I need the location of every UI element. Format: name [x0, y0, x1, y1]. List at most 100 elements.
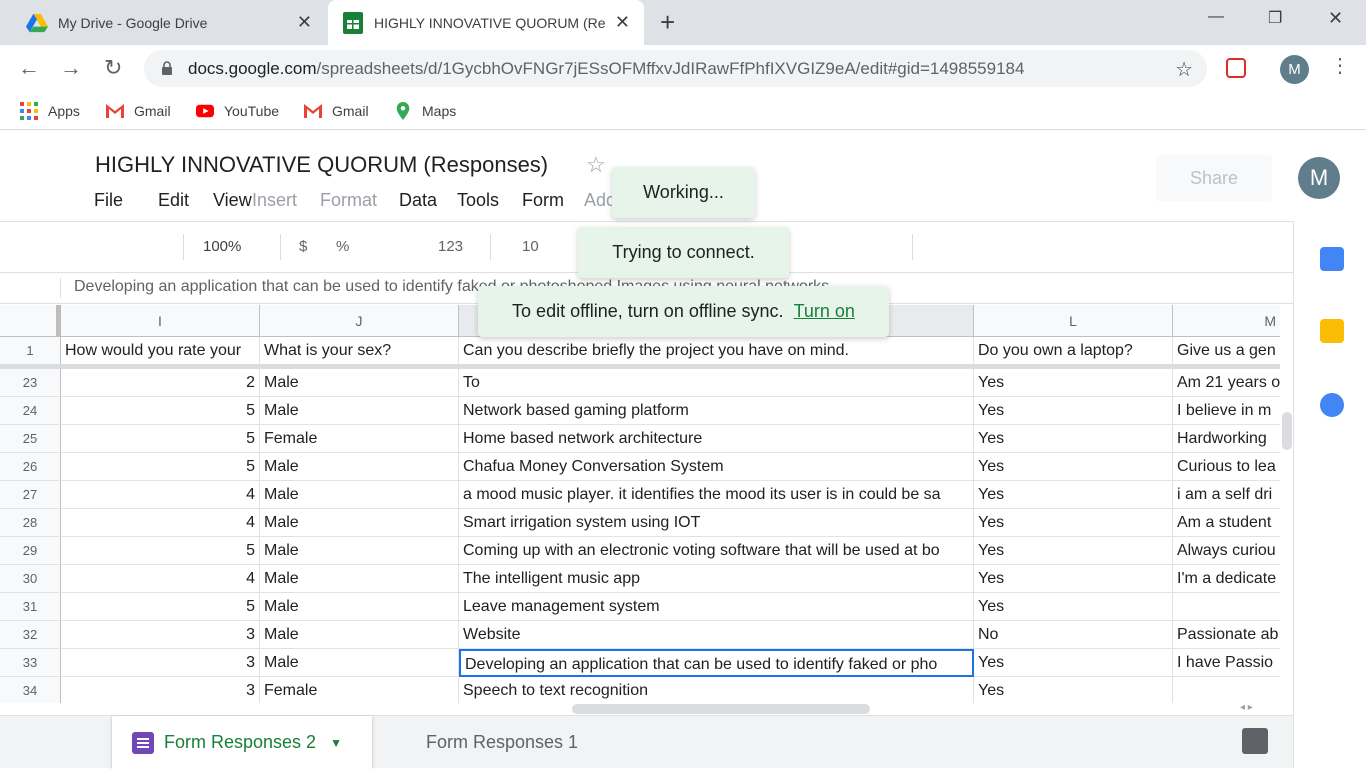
cell-sex[interactable]: Male: [260, 397, 459, 425]
menu-form[interactable]: Form: [522, 190, 564, 211]
cell-sex[interactable]: Male: [260, 593, 459, 621]
column-header-i[interactable]: I: [61, 305, 260, 337]
new-tab-icon[interactable]: +: [660, 8, 675, 36]
row-header[interactable]: 29: [0, 537, 61, 565]
cell-about[interactable]: [1173, 677, 1280, 703]
percent-format-button[interactable]: %: [336, 238, 349, 255]
cell-sex[interactable]: Male: [260, 649, 459, 677]
menu-view[interactable]: View: [213, 190, 252, 211]
cell-laptop[interactable]: Yes: [974, 537, 1173, 565]
calendar-icon[interactable]: [1320, 247, 1344, 271]
select-all-corner[interactable]: [0, 305, 61, 337]
menu-data[interactable]: Data: [399, 190, 437, 211]
back-arrow-icon[interactable]: ←: [18, 55, 40, 81]
close-tab-icon[interactable]: ✕: [615, 12, 630, 33]
sheet-tab-form-responses-1[interactable]: Form Responses 1: [374, 716, 630, 769]
share-button[interactable]: Share: [1156, 155, 1272, 201]
turn-on-offline-link[interactable]: Turn on: [794, 301, 855, 322]
cell-sex[interactable]: Male: [260, 621, 459, 649]
cell-rating[interactable]: 5: [61, 593, 260, 621]
tasks-icon[interactable]: [1320, 393, 1344, 417]
bookmark-youtube[interactable]: YouTube: [196, 102, 279, 120]
spreadsheet-grid[interactable]: I J K L M 1 How would you rate your What…: [0, 305, 1280, 703]
cell-sex[interactable]: Male: [260, 369, 459, 397]
cell-project[interactable]: Leave management system: [459, 593, 974, 621]
keep-icon[interactable]: [1320, 319, 1344, 343]
address-bar[interactable]: docs.google.com/spreadsheets/d/1GycbhOvF…: [144, 50, 1207, 87]
bookmark-apps[interactable]: Apps: [20, 102, 80, 120]
cell-laptop[interactable]: Yes: [974, 509, 1173, 537]
profile-avatar[interactable]: M: [1280, 55, 1309, 84]
scroll-arrows-icon[interactable]: ◂ ▸: [1240, 702, 1253, 713]
cell-about[interactable]: Passionate ab: [1173, 621, 1280, 649]
cell-sex[interactable]: Female: [260, 425, 459, 453]
cell-project[interactable]: The intelligent music app: [459, 565, 974, 593]
header-cell-rating[interactable]: How would you rate your: [61, 337, 260, 365]
cell-project[interactable]: Network based gaming platform: [459, 397, 974, 425]
cell-about[interactable]: Am a student: [1173, 509, 1280, 537]
browser-menu-icon[interactable]: ⋮: [1330, 53, 1350, 78]
cell-rating[interactable]: 5: [61, 537, 260, 565]
cell-project[interactable]: Website: [459, 621, 974, 649]
bookmark-maps[interactable]: Maps: [394, 102, 456, 120]
zoom-select[interactable]: 100%: [203, 238, 241, 255]
row-header[interactable]: 1: [0, 337, 61, 365]
horizontal-scrollbar[interactable]: [572, 704, 870, 714]
menu-file[interactable]: File: [94, 190, 123, 211]
font-size-select[interactable]: 10: [522, 238, 539, 255]
more-formats-button[interactable]: 123: [438, 238, 463, 255]
cell-rating[interactable]: 3: [61, 649, 260, 677]
reload-icon[interactable]: ↻: [104, 55, 122, 81]
bookmark-gmail-2[interactable]: Gmail: [304, 102, 369, 120]
cell-about[interactable]: Curious to lea: [1173, 453, 1280, 481]
forward-arrow-icon[interactable]: →: [60, 55, 82, 81]
header-cell-about[interactable]: Give us a gen: [1173, 337, 1280, 365]
cell-laptop[interactable]: Yes: [974, 369, 1173, 397]
cell-about[interactable]: I have Passio: [1173, 649, 1280, 677]
cell-about[interactable]: I believe in m: [1173, 397, 1280, 425]
row-header[interactable]: 24: [0, 397, 61, 425]
cell-about[interactable]: i am a self dri: [1173, 481, 1280, 509]
header-cell-project[interactable]: Can you describe briefly the project you…: [459, 337, 974, 365]
header-cell-sex[interactable]: What is your sex?: [260, 337, 459, 365]
cell-about[interactable]: [1173, 593, 1280, 621]
cell-laptop[interactable]: Yes: [974, 453, 1173, 481]
cell-project[interactable]: Speech to text recognition: [459, 677, 974, 703]
cell-sex[interactable]: Male: [260, 481, 459, 509]
cell-laptop[interactable]: Yes: [974, 425, 1173, 453]
cell-project[interactable]: Home based network architecture: [459, 425, 974, 453]
cell-rating[interactable]: 4: [61, 509, 260, 537]
sheet-tab-form-responses-2[interactable]: Form Responses 2 ▼: [112, 716, 372, 769]
explore-icon[interactable]: [1242, 728, 1268, 754]
close-tab-icon[interactable]: ✕: [297, 12, 312, 33]
row-header[interactable]: 25: [0, 425, 61, 453]
cell-about[interactable]: Always curiou: [1173, 537, 1280, 565]
header-cell-laptop[interactable]: Do you own a laptop?: [974, 337, 1173, 365]
cell-about[interactable]: I'm a dedicate: [1173, 565, 1280, 593]
extension-icon[interactable]: [1226, 58, 1246, 78]
menu-insert[interactable]: Insert: [252, 190, 297, 211]
cell-laptop[interactable]: Yes: [974, 397, 1173, 425]
cell-sex[interactable]: Male: [260, 509, 459, 537]
cell-rating[interactable]: 3: [61, 621, 260, 649]
cell-laptop[interactable]: No: [974, 621, 1173, 649]
row-header[interactable]: 32: [0, 621, 61, 649]
chevron-down-icon[interactable]: ▼: [330, 736, 342, 750]
column-header-l[interactable]: L: [974, 305, 1173, 337]
cell-about[interactable]: Am 21 years o: [1173, 369, 1280, 397]
cell-project[interactable]: Smart irrigation system using IOT: [459, 509, 974, 537]
cell-about[interactable]: Hardworking: [1173, 425, 1280, 453]
menu-edit[interactable]: Edit: [158, 190, 189, 211]
window-close-icon[interactable]: ✕: [1328, 8, 1343, 29]
row-header[interactable]: 33: [0, 649, 61, 677]
cell-project[interactable]: Coming up with an electronic voting soft…: [459, 537, 974, 565]
column-header-j[interactable]: J: [260, 305, 459, 337]
cell-rating[interactable]: 4: [61, 481, 260, 509]
cell-project[interactable]: Chafua Money Conversation System: [459, 453, 974, 481]
cell-project[interactable]: To: [459, 369, 974, 397]
cell-sex[interactable]: Male: [260, 453, 459, 481]
cell-sex[interactable]: Male: [260, 537, 459, 565]
cell-rating[interactable]: 5: [61, 397, 260, 425]
document-title[interactable]: HIGHLY INNOVATIVE QUORUM (Responses): [95, 152, 548, 178]
menu-tools[interactable]: Tools: [457, 190, 499, 211]
